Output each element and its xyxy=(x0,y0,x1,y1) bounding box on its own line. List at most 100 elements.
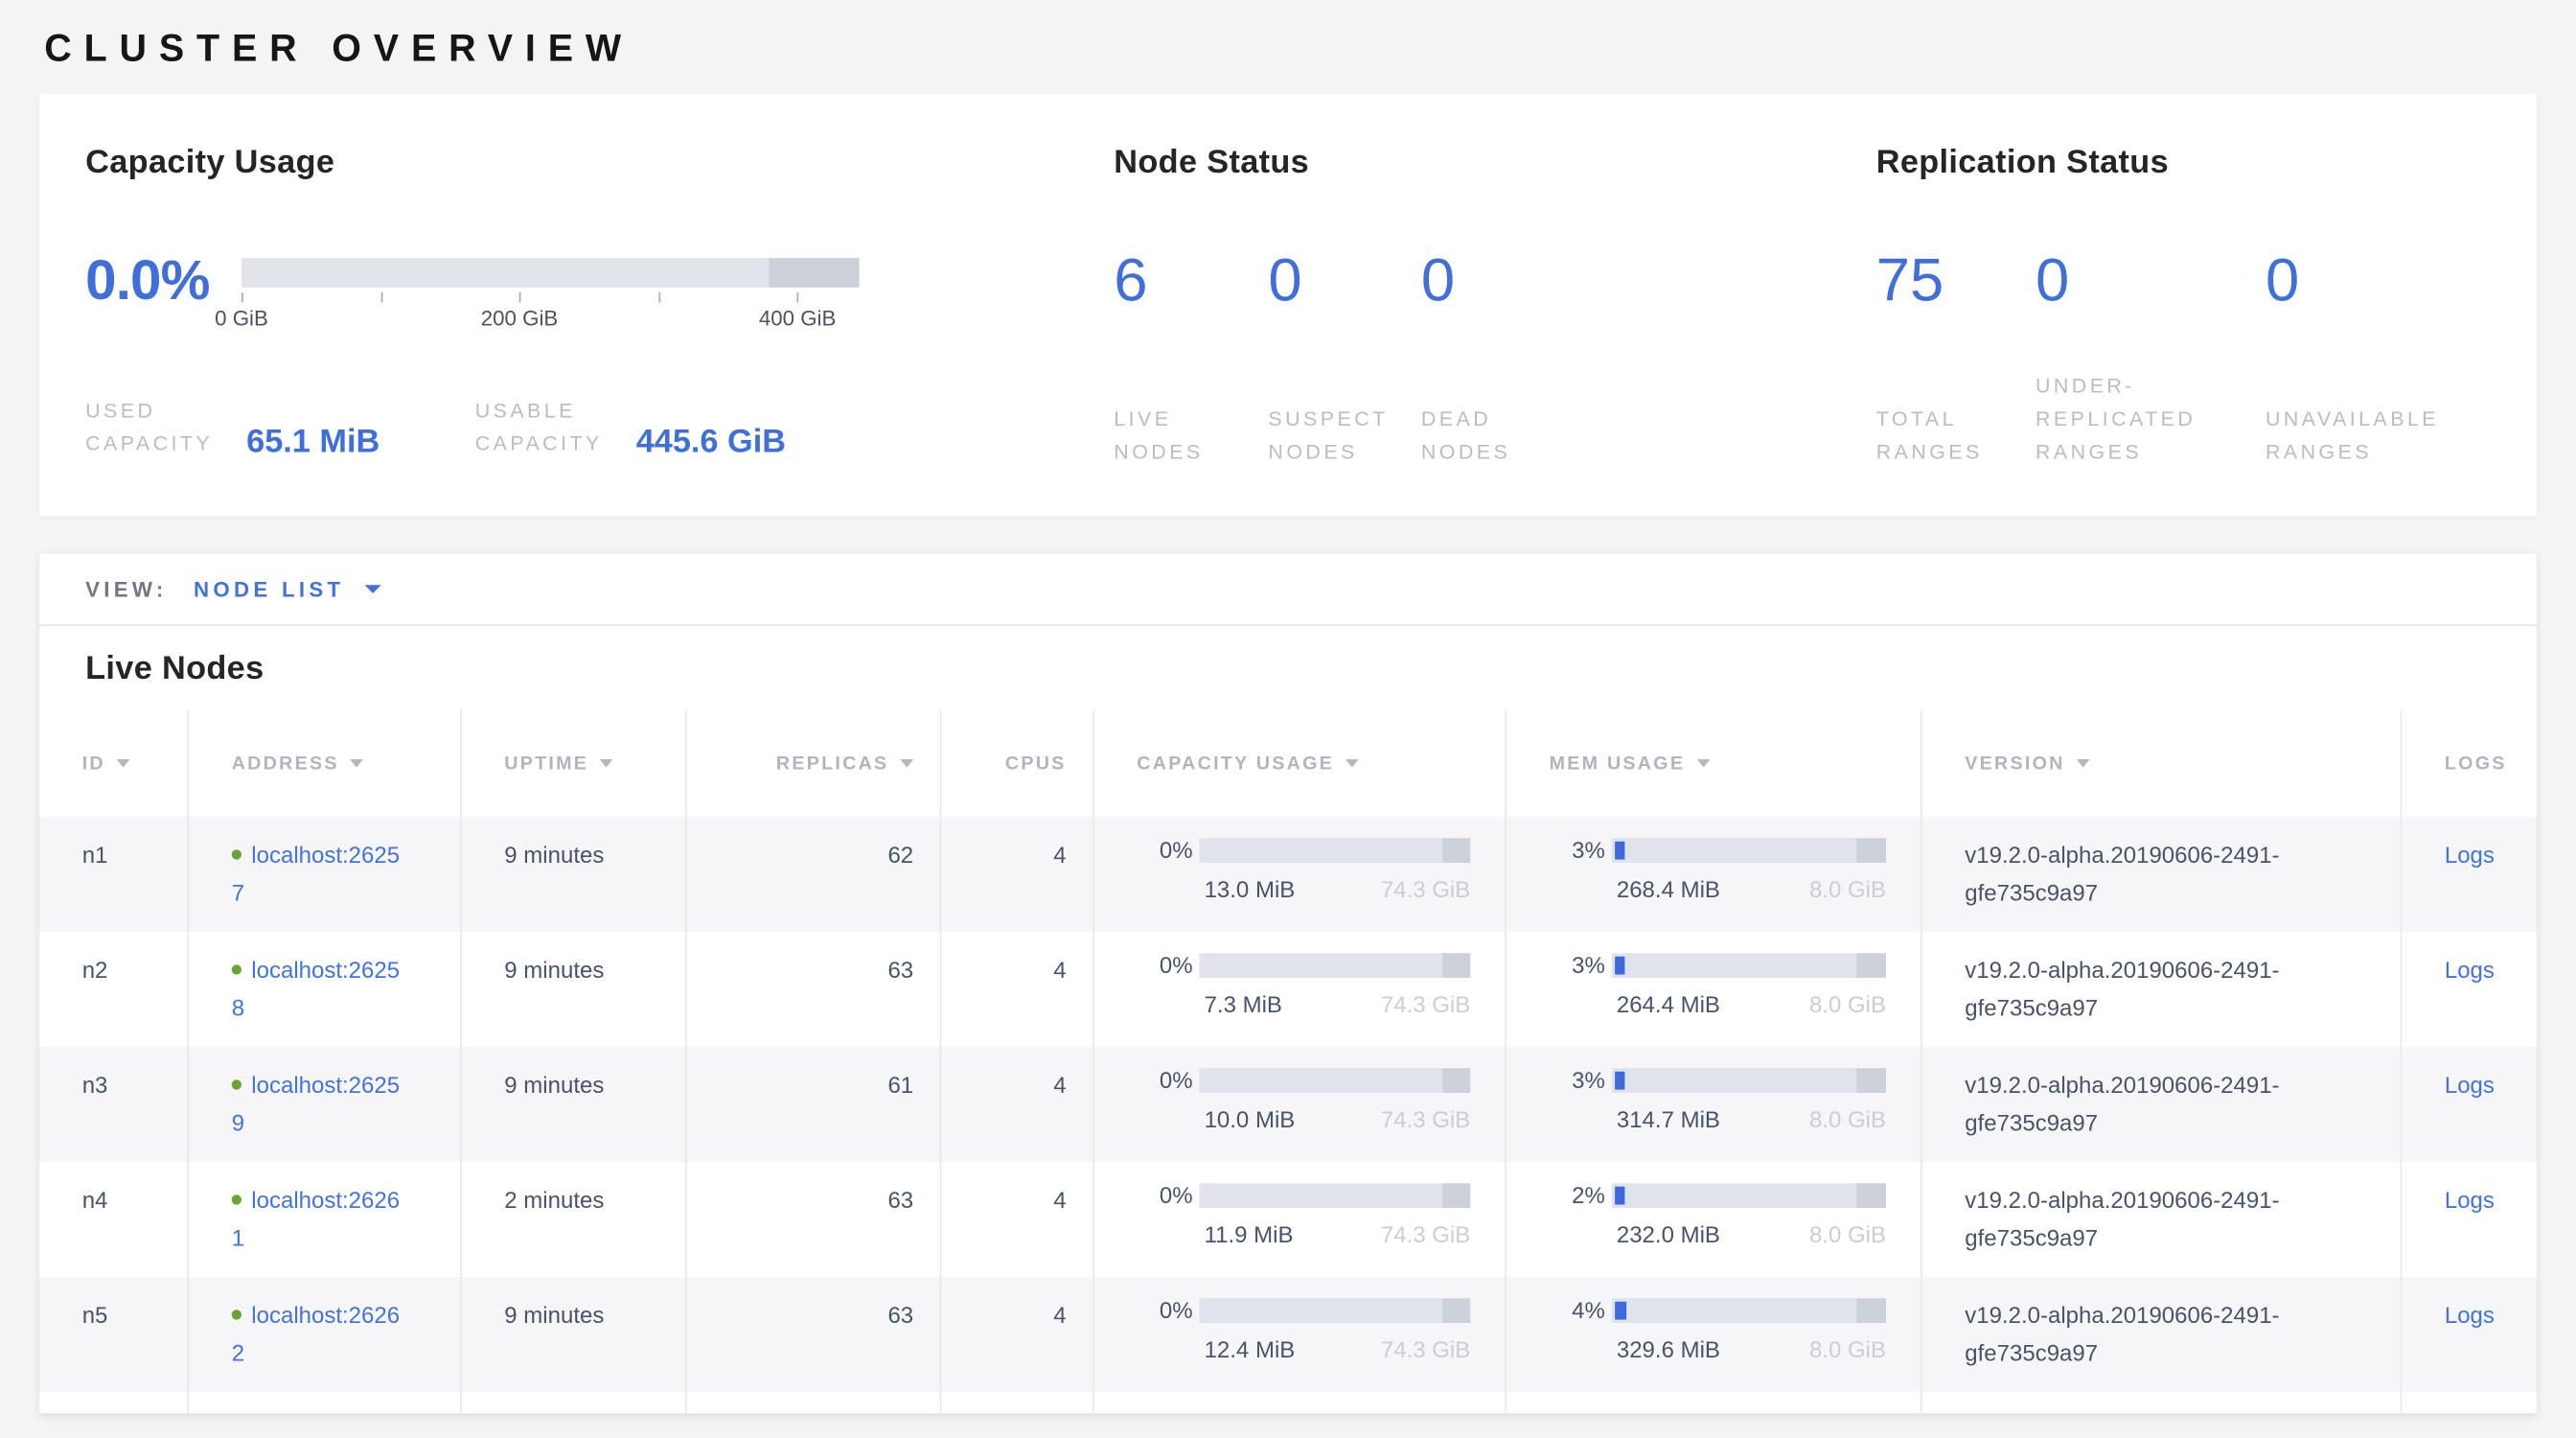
usage-bar-reserved-segment xyxy=(1442,1068,1471,1093)
version-cell: v19.2.0-alpha.20190606-2491-gfe735c9a97 xyxy=(1922,817,2403,932)
capacity-usage-section: Capacity Usage 0.0% 0 GiB xyxy=(85,143,1114,516)
address-wrap: localhost:26258 xyxy=(232,952,406,1028)
node-table-header: IDADDRESS UPTIME REPLICASCPUS CAPACITY USAG… xyxy=(39,710,2537,817)
column-header-replicas[interactable]: REPLICAS xyxy=(687,710,942,817)
cpus-cell: 4 xyxy=(941,1047,1093,1162)
usage-values: 10.0 MiB74.3 GiB xyxy=(1199,1102,1470,1139)
cpus-cell: 4 xyxy=(941,1162,1093,1277)
replicas-cell: 63 xyxy=(687,1277,942,1392)
empty-cell xyxy=(39,1392,189,1413)
logs-cell: Logs xyxy=(2402,932,2537,1047)
sort-descending-icon[interactable] xyxy=(1346,759,1359,768)
address-wrap: localhost:26259 xyxy=(232,1067,406,1143)
view-selector-dropdown[interactable]: NODE LIST xyxy=(194,577,344,602)
view-bar: VIEW: NODE LIST xyxy=(39,554,2537,626)
usage-used-value: 329.6 MiB xyxy=(1617,1332,1720,1369)
empty-cell xyxy=(687,1392,942,1413)
table-row-n4: n4localhost:262612 minutes6340%11.9 MiB7… xyxy=(39,1162,2537,1277)
logs-link[interactable]: Logs xyxy=(2445,957,2495,983)
total-ranges-label: TOTAL RANGES xyxy=(1876,403,2008,469)
logs-link[interactable]: Logs xyxy=(2445,1187,2495,1213)
address-cell: localhost:26258 xyxy=(189,932,462,1047)
usage-used-value: 12.4 MiB xyxy=(1205,1332,1296,1369)
usage-total-value: 74.3 GiB xyxy=(1381,1102,1470,1139)
tick-mark xyxy=(380,292,382,302)
node-address-link[interactable]: localhost:26258 xyxy=(232,957,400,1021)
logs-link[interactable]: Logs xyxy=(2445,842,2495,868)
logs-cell: Logs xyxy=(2402,1277,2537,1392)
capacity-axis-ticks xyxy=(242,288,860,302)
logs-link[interactable]: Logs xyxy=(2445,1302,2495,1328)
column-header-cpus: CPUS xyxy=(941,710,1093,817)
usage-bar-reserved-segment xyxy=(1442,1183,1471,1208)
version-text: v19.2.0-alpha.20190606-2491-gfe735c9a97 xyxy=(1965,952,2287,1028)
usage-values: 12.4 MiB74.3 GiB xyxy=(1199,1332,1470,1369)
column-header-capacity-usage[interactable]: CAPACITY USAGE xyxy=(1094,710,1506,817)
column-header-label: MEM USAGE xyxy=(1550,754,1686,774)
usage-used-value: 314.7 MiB xyxy=(1617,1102,1720,1139)
node-address-link[interactable]: localhost:26257 xyxy=(232,842,400,906)
address-wrap: localhost:26257 xyxy=(232,837,406,913)
sort-descending-icon[interactable] xyxy=(117,759,130,768)
capacity-bar-wrap: 0 GiB 200 GiB 400 GiB xyxy=(242,258,860,332)
address-wrap: localhost:26262 xyxy=(232,1297,406,1373)
column-header-label: UPTIME xyxy=(504,754,588,774)
node-address-link[interactable]: localhost:26262 xyxy=(232,1302,400,1366)
usage-values: 268.4 MiB8.0 GiB xyxy=(1612,871,1886,909)
capacity-usage-heading: Capacity Usage xyxy=(85,143,1114,182)
replicas-cell: 62 xyxy=(687,817,942,932)
usage-percent: 0% xyxy=(1153,1182,1192,1208)
address-cell: localhost:26259 xyxy=(189,1047,462,1162)
node-id-cell: n3 xyxy=(39,1047,189,1162)
cpus-cell: 4 xyxy=(941,817,1093,932)
column-header-label: CAPACITY USAGE xyxy=(1137,754,1334,774)
usage-used-value: 7.3 MiB xyxy=(1205,986,1282,1024)
usage-percent: 0% xyxy=(1153,1067,1192,1093)
chevron-down-icon[interactable] xyxy=(364,585,380,593)
usage-total-value: 74.3 GiB xyxy=(1381,1217,1470,1254)
tick-mark xyxy=(519,292,521,302)
usage-values: 314.7 MiB8.0 GiB xyxy=(1612,1102,1886,1139)
usage-percent: 2% xyxy=(1566,1182,1605,1208)
mem-usage-cell: 3%314.7 MiB8.0 GiB xyxy=(1506,1047,1922,1162)
cpus-cell: 4 xyxy=(941,1277,1093,1392)
usable-capacity-value: 445.6 GiB xyxy=(636,424,786,460)
column-header-uptime[interactable]: UPTIME xyxy=(462,710,687,817)
node-id-cell: n2 xyxy=(39,932,189,1047)
unavailable-ranges-label: UNAVAILABLE RANGES xyxy=(2266,403,2466,469)
node-address-link[interactable]: localhost:26259 xyxy=(232,1072,400,1136)
usage-percent: 0% xyxy=(1153,952,1192,978)
usage-total-value: 74.3 GiB xyxy=(1381,986,1470,1024)
column-header-mem-usage[interactable]: MEM USAGE xyxy=(1506,710,1922,817)
sort-descending-icon[interactable] xyxy=(600,759,613,768)
sort-descending-icon[interactable] xyxy=(351,759,364,768)
usage-used-value: 264.4 MiB xyxy=(1617,986,1720,1024)
capacity-usage-cell: 0%13.0 MiB74.3 GiB xyxy=(1094,817,1506,932)
mem-usage-cell: 4%329.6 MiB8.0 GiB xyxy=(1506,1277,1922,1392)
column-header-id[interactable]: ID xyxy=(39,710,189,817)
table-row-n1: n1localhost:262579 minutes6240%13.0 MiB7… xyxy=(39,817,2537,932)
node-address-link[interactable]: localhost:26261 xyxy=(232,1187,400,1251)
column-header-logs: LOGS xyxy=(2402,710,2537,817)
empty-cell xyxy=(2402,1392,2537,1413)
version-cell: v19.2.0-alpha.20190606-2491-gfe735c9a97 xyxy=(1922,1277,2403,1392)
live-nodes-value: 6 xyxy=(1114,248,1268,314)
usage-percent: 3% xyxy=(1566,837,1605,863)
version-cell: v19.2.0-alpha.20190606-2491-gfe735c9a97 xyxy=(1922,932,2403,1047)
logs-cell: Logs xyxy=(2402,817,2537,932)
usage-percent: 0% xyxy=(1153,1297,1192,1323)
column-header-version[interactable]: VERSION xyxy=(1922,710,2403,817)
logs-cell: Logs xyxy=(2402,1162,2537,1277)
usage-bar xyxy=(1199,1183,1470,1208)
usage-total-value: 8.0 GiB xyxy=(1809,871,1886,909)
live-nodes-heading: Live Nodes xyxy=(85,649,2537,688)
sort-descending-icon[interactable] xyxy=(2077,759,2090,768)
replicas-cell: 61 xyxy=(687,1047,942,1162)
logs-link[interactable]: Logs xyxy=(2445,1072,2495,1098)
usage-percent: 0% xyxy=(1153,837,1192,863)
column-header-address[interactable]: ADDRESS xyxy=(189,710,462,817)
sort-descending-icon[interactable] xyxy=(1696,759,1710,768)
live-nodes-stat: 6 LIVE NODES xyxy=(1114,248,1268,469)
version-cell: v19.2.0-alpha.20190606-2491-gfe735c9a97 xyxy=(1922,1047,2403,1162)
sort-descending-icon[interactable] xyxy=(900,759,913,768)
